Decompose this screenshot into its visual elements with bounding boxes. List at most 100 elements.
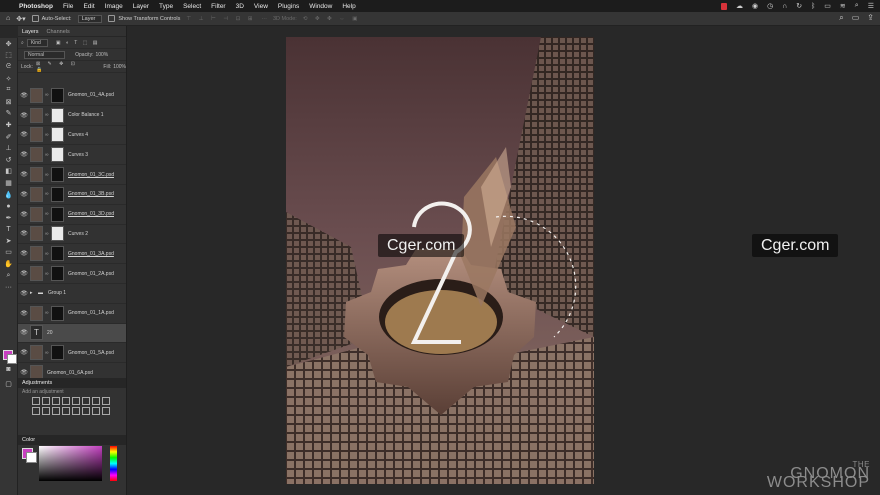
layer-mask-thumbnail[interactable] [51,186,64,202]
pen-tool-icon[interactable]: ✒ [0,212,17,224]
layer-thumbnail[interactable] [30,87,43,103]
layer-row[interactable]: 👁 T 20 [18,323,126,344]
visibility-eye-icon[interactable]: 👁 [18,131,30,138]
layer-mask-thumbnail[interactable] [51,87,64,103]
eyedropper-tool-icon[interactable]: ✎ [0,108,17,120]
mask-link-icon[interactable]: ∞ [45,92,50,98]
layer-name[interactable]: Gnomon_01_5A.psd [68,350,114,356]
vibrance-adjust-icon[interactable] [72,397,80,405]
mask-link-icon[interactable]: ∞ [45,132,50,138]
layer-name[interactable]: Gnomon_01_6A.psd [47,370,93,376]
adjustment-layer-icon[interactable] [30,226,43,242]
tab-channels[interactable]: Channels [43,28,74,36]
clone-stamp-tool-icon[interactable]: ⊥ [0,142,17,154]
visibility-eye-icon[interactable]: 👁 [18,171,30,178]
visibility-eye-icon[interactable]: 👁 [18,191,30,198]
artwork-canvas[interactable] [286,37,594,484]
layer-thumbnail[interactable] [30,246,43,262]
visibility-eye-icon[interactable]: 👁 [18,329,30,336]
layer-name[interactable]: Curves 2 [68,231,88,237]
menu-edit[interactable]: Edit [78,3,99,10]
layer-mask-thumbnail[interactable] [51,107,64,123]
rectangle-tool-icon[interactable]: ▭ [0,247,17,259]
share-icon[interactable]: ⇪ [867,13,874,23]
color-picker-field[interactable] [39,446,102,481]
menu-help[interactable]: Help [337,3,360,10]
layer-row[interactable]: 👁 ∞ Gnomon_01_2A.psd [18,264,126,284]
lasso-tool-icon[interactable]: ᘓ [0,61,17,73]
exposure-adjust-icon[interactable] [62,397,70,405]
type-layer-icon[interactable]: T [30,325,43,341]
visibility-eye-icon[interactable]: 👁 [18,290,30,297]
zoom-tool-icon[interactable]: ⌕ [0,270,17,282]
menu-layer[interactable]: Layer [128,3,154,10]
menu-select[interactable]: Select [178,3,206,10]
visibility-eye-icon[interactable]: 👁 [18,270,30,277]
move-tool-icon[interactable]: ✥ [0,38,17,50]
visibility-eye-icon[interactable]: 👁 [18,310,30,317]
sync-icon[interactable]: ↻ [796,2,802,10]
layer-thumbnail[interactable] [30,206,43,222]
tab-layers[interactable]: Layers [18,28,43,36]
visibility-eye-icon[interactable]: 👁 [18,230,30,237]
layer-mask-thumbnail[interactable] [51,246,64,262]
layer-thumbnail[interactable] [30,305,43,321]
search-icon[interactable]: ⌕ [839,13,843,23]
background-color-swatch[interactable] [7,354,17,364]
invert-adjust-icon[interactable] [62,407,70,415]
layer-row[interactable]: 👁 ∞ Color Balance 1 [18,106,126,126]
mask-link-icon[interactable]: ∞ [45,251,50,257]
control-center-icon[interactable]: ☰ [868,2,874,10]
blur-tool-icon[interactable]: 💧 [0,189,17,201]
auto-select-checkbox[interactable]: Auto-Select: [31,15,72,22]
visibility-eye-icon[interactable]: 👁 [18,112,30,119]
filter-icons[interactable]: ▣ ◐ T ⬚ ▤ [56,40,100,46]
lock-icons[interactable]: ⊠ ✎ ✥ ⊡ 🔒 [36,61,89,73]
battery-icon[interactable]: ▭ [824,2,831,10]
menu-image[interactable]: Image [100,3,128,10]
gradient-tool-icon[interactable]: ▦ [0,177,17,189]
layer-row[interactable]: 👁 ∞ Gnomon_01_3D.psd [18,205,126,225]
layer-mask-thumbnail[interactable] [51,345,64,361]
layer-row[interactable]: 👁 ∞ Curves 2 [18,225,126,245]
layer-name[interactable]: Curves 4 [68,132,88,138]
color-panel-background-swatch[interactable] [26,452,37,463]
marquee-tool-icon[interactable]: ⬚ [0,50,17,62]
screen-mode-icon[interactable]: ▢ [0,378,17,390]
mask-link-icon[interactable]: ∞ [45,112,50,118]
layer-row[interactable]: 👁 ∞ Curves 4 [18,126,126,146]
mask-link-icon[interactable]: ∞ [45,152,50,158]
menu-app-name[interactable]: Photoshop [14,3,58,10]
path-selection-tool-icon[interactable]: ➤ [0,235,17,247]
menu-view[interactable]: View [249,3,273,10]
mask-link-icon[interactable]: ∞ [45,191,50,197]
color-panel-title[interactable]: Color [18,435,126,445]
align-icons[interactable]: ⊤ ⊥ ⊢ ⊣ ⊡ ⊞ [186,16,255,22]
layer-mask-thumbnail[interactable] [51,167,64,183]
dodge-tool-icon[interactable]: ● [0,200,17,212]
layer-row[interactable]: 👁 ∞ Gnomon_01_5A.psd [18,343,126,364]
layer-name[interactable]: Gnomon_01_3A.psd [68,251,114,257]
layer-thumbnail[interactable] [30,186,43,202]
layer-name[interactable]: Color Balance 1 [68,112,104,118]
black-white-adjust-icon[interactable] [102,397,110,405]
creative-cloud-icon[interactable]: ☁ [736,2,743,10]
layer-mask-thumbnail[interactable] [51,266,64,282]
color-lookup-adjust-icon[interactable] [52,407,60,415]
brush-tool-icon[interactable]: ✐ [0,131,17,143]
mask-link-icon[interactable]: ∞ [45,310,50,316]
layer-mask-thumbnail[interactable] [51,127,64,143]
levels-adjust-icon[interactable] [42,397,50,405]
layer-row[interactable]: 👁 ∞ Gnomon_01_3A.psd [18,244,126,265]
history-brush-tool-icon[interactable]: ↺ [0,154,17,166]
layer-row[interactable]: 👁 ∞ Curves 3 [18,145,126,166]
layer-name[interactable]: Gnomon_01_3D.psd [68,211,114,217]
mask-link-icon[interactable]: ∞ [45,211,50,217]
wifi-icon[interactable]: ≋ [840,2,846,10]
visibility-eye-icon[interactable]: 👁 [18,211,30,218]
spotlight-search-icon[interactable]: ⌕ [855,2,859,10]
show-transform-checkbox[interactable]: Show Transform Controls [108,15,180,22]
adjustments-panel-title[interactable]: Adjustments [18,378,126,388]
3d-mode-icons[interactable]: ⟲ ✥ ✤ ⇔ ▣ [303,16,361,22]
layer-name[interactable]: 20 [47,330,53,336]
